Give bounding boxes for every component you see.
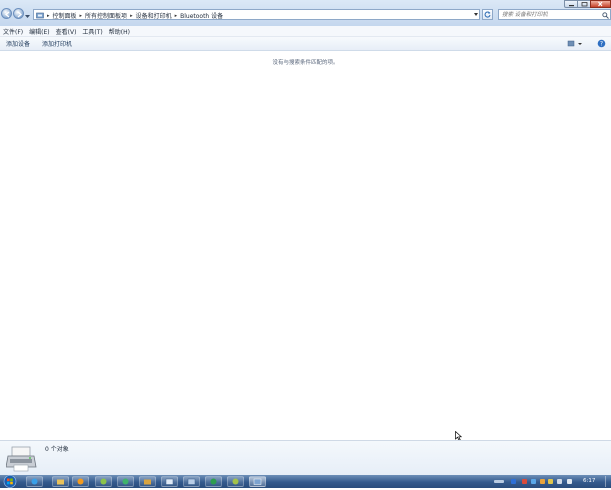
- close-icon: [598, 1, 603, 7]
- content-area[interactable]: 没有与搜索条件匹配的项。: [0, 51, 611, 440]
- tray-app-icon[interactable]: [548, 479, 553, 484]
- window-app-icon: [187, 478, 196, 485]
- refresh-icon: [484, 11, 491, 18]
- menu-file[interactable]: 文件(F): [0, 27, 26, 36]
- taskbar-explorer-button[interactable]: [52, 476, 69, 487]
- breadcrumb-separator[interactable]: ▸: [175, 13, 178, 19]
- details-pane: 0 个对象: [0, 440, 611, 476]
- player-icon: [122, 478, 129, 485]
- app-icon: [232, 478, 239, 485]
- taskbar-app-button[interactable]: [72, 476, 89, 487]
- add-printer-button[interactable]: 添加打印机: [36, 39, 78, 48]
- search-icon[interactable]: [602, 12, 609, 19]
- maximize-icon: [581, 2, 588, 7]
- taskbar-app-button[interactable]: [161, 476, 178, 487]
- control-panel-icon: [253, 478, 262, 485]
- refresh-button[interactable]: [482, 9, 493, 20]
- tray-app-icon[interactable]: [522, 479, 527, 484]
- breadcrumb-all-items[interactable]: 所有控制面板项: [85, 11, 127, 20]
- breadcrumb-devices-printers[interactable]: 设备和打印机: [136, 11, 172, 20]
- forward-button[interactable]: [13, 8, 24, 19]
- menu-help[interactable]: 帮助(H): [106, 27, 133, 36]
- maximize-button[interactable]: [577, 0, 591, 8]
- address-dropdown-icon[interactable]: [474, 13, 478, 16]
- navigation-bar: ▸ 控制面板 ▸ 所有控制面板项 ▸ 设备和打印机 ▸ Bluetooth 设备: [0, 0, 611, 26]
- control-panel-icon: [36, 12, 44, 19]
- taskbar-app-button[interactable]: [95, 476, 112, 487]
- search-box[interactable]: [498, 9, 611, 20]
- help-icon: ?: [597, 39, 606, 48]
- back-button[interactable]: [1, 8, 12, 19]
- browser-icon: [31, 478, 38, 485]
- bluetooth-icon[interactable]: [511, 479, 516, 484]
- menu-view[interactable]: 查看(V): [53, 27, 80, 36]
- tray-app-icon[interactable]: [540, 479, 545, 484]
- taskbar-app-button[interactable]: [117, 476, 134, 487]
- network-icon[interactable]: [557, 479, 562, 484]
- close-button[interactable]: [590, 0, 611, 8]
- help-button[interactable]: ?: [597, 39, 606, 48]
- breadcrumb-separator[interactable]: ▸: [80, 13, 83, 19]
- forward-arrow-icon: [17, 11, 23, 18]
- show-desktop-button[interactable]: [605, 476, 611, 487]
- object-count-label: 0 个对象: [45, 446, 69, 453]
- show-hidden-icons-button[interactable]: [494, 480, 504, 483]
- taskbar-clock[interactable]: 6:17: [583, 478, 595, 484]
- taskbar-control-panel-button[interactable]: [249, 476, 266, 487]
- app-icon: [144, 479, 151, 485]
- view-options-button[interactable]: [567, 39, 583, 48]
- taskbar-app-button[interactable]: [205, 476, 222, 487]
- folder-icon: [57, 479, 64, 485]
- media-icon: [77, 478, 84, 485]
- command-bar: 添加设备 添加打印机 ?: [0, 37, 611, 51]
- empty-results-message: 没有与搜索条件匹配的项。: [272, 60, 339, 66]
- printer-device-icon: [6, 446, 37, 472]
- menu-bar: 文件(F) 编辑(E) 查看(V) 工具(T) 帮助(H): [0, 26, 611, 37]
- app-icon: [210, 478, 217, 485]
- chevron-down-icon: [25, 15, 30, 18]
- address-bar[interactable]: ▸ 控制面板 ▸ 所有控制面板项 ▸ 设备和打印机 ▸ Bluetooth 设备: [33, 9, 480, 20]
- start-button[interactable]: [2, 475, 18, 488]
- breadcrumb-control-panel[interactable]: 控制面板: [53, 11, 77, 20]
- breadcrumb-bluetooth[interactable]: Bluetooth 设备: [180, 11, 223, 20]
- search-input[interactable]: [499, 10, 602, 19]
- svg-text:?: ?: [600, 41, 603, 48]
- view-options-icon: [567, 40, 582, 47]
- taskbar-app-button[interactable]: [183, 476, 200, 487]
- chart-app-icon: [165, 478, 174, 485]
- breadcrumb-separator[interactable]: ▸: [130, 13, 133, 19]
- app-icon: [100, 478, 107, 485]
- menu-tools[interactable]: 工具(T): [79, 27, 105, 36]
- minimize-button[interactable]: [564, 0, 578, 8]
- taskbar-app-button[interactable]: [227, 476, 244, 487]
- taskbar-app-button[interactable]: [139, 476, 156, 487]
- start-orb-icon: [3, 475, 17, 488]
- tray-app-icon[interactable]: [531, 479, 536, 484]
- recent-pages-dropdown[interactable]: [25, 13, 30, 18]
- taskbar-ie-button[interactable]: [26, 476, 43, 487]
- menu-edit[interactable]: 编辑(E): [26, 27, 52, 36]
- add-device-button[interactable]: 添加设备: [0, 39, 36, 48]
- taskbar: 6:17: [0, 475, 611, 488]
- breadcrumb-separator[interactable]: ▸: [47, 13, 50, 19]
- volume-icon[interactable]: [567, 479, 572, 484]
- back-arrow-icon: [4, 11, 10, 18]
- minimize-icon: [569, 5, 574, 7]
